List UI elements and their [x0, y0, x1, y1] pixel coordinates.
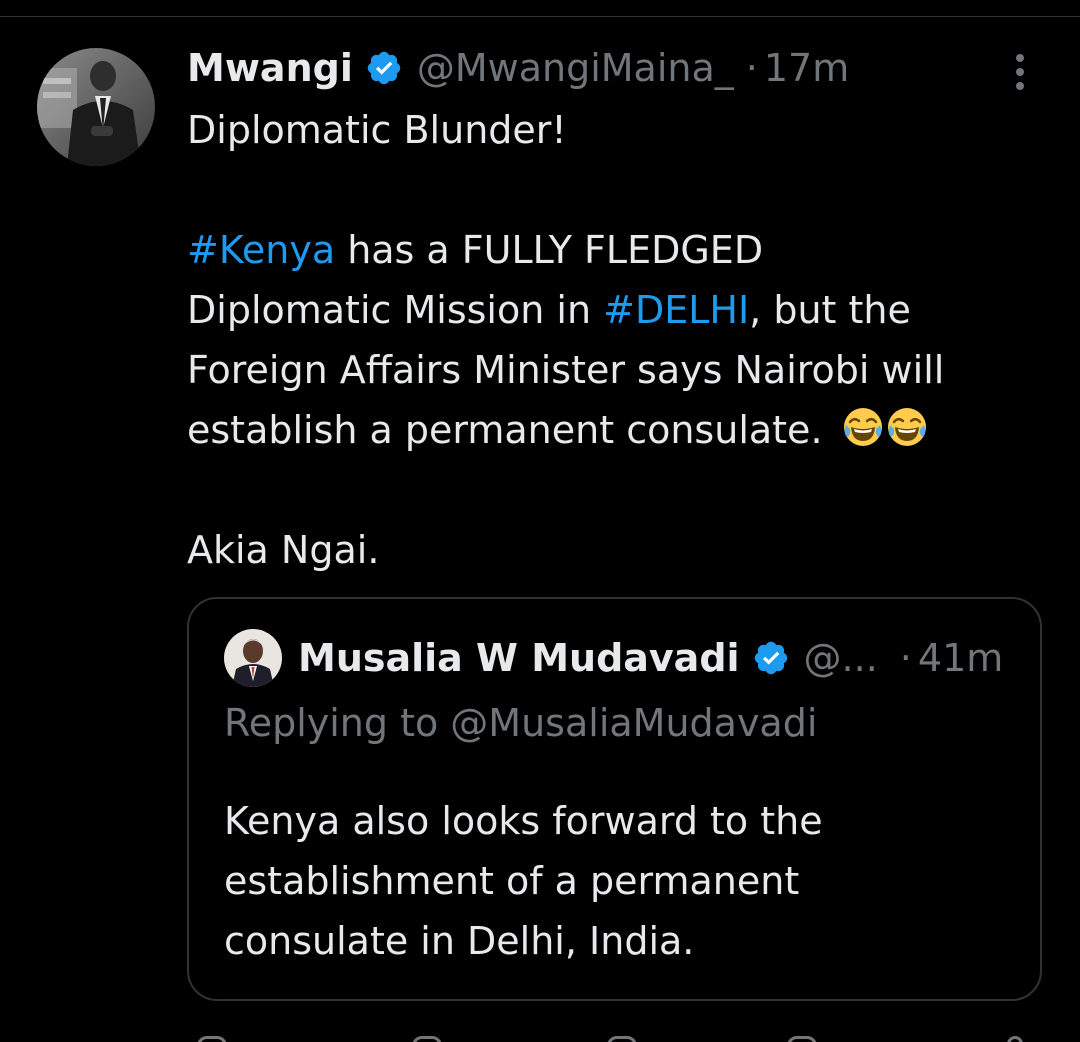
quoted-tweet-card[interactable]: Musalia W Mudavadi @... · 41m Replying t…	[187, 597, 1042, 1001]
quoted-author-name: Musalia W Mudavadi	[298, 636, 740, 680]
retweet-icon[interactable]	[412, 1036, 442, 1042]
verified-badge-icon	[365, 49, 403, 87]
laughing-emoji-icon	[841, 405, 885, 449]
tweet-line-text: , but the	[749, 288, 911, 332]
verified-badge-icon	[752, 639, 790, 677]
tweet-timestamp[interactable]: 17m	[764, 46, 849, 90]
action-bar	[187, 1032, 1047, 1042]
separator-dot: ·	[899, 636, 912, 680]
reply-icon[interactable]	[197, 1036, 227, 1042]
tweet-line-text: Diplomatic Mission in	[187, 288, 604, 332]
views-icon[interactable]	[787, 1036, 817, 1042]
tweet-line-text: establish a permanent consulate.	[187, 408, 835, 452]
author-handle[interactable]: @MwangiMaina_	[417, 46, 734, 90]
hashtag-link[interactable]: #DELHI	[603, 288, 749, 332]
tweet-line: Diplomatic Mission in #DELHI, but the	[187, 280, 1047, 340]
tweet-line: establish a permanent consulate.	[187, 400, 1047, 460]
more-options-icon[interactable]	[1004, 50, 1036, 94]
quoted-tweet-text: Kenya also looks forward to the establis…	[224, 791, 1004, 971]
more-dot	[1016, 68, 1024, 76]
tweet-line-text: has a FULLY FLEDGED	[335, 228, 764, 272]
more-dot	[1016, 82, 1024, 90]
author-name[interactable]: Mwangi	[187, 46, 353, 90]
tweet-text: Diplomatic Blunder! #Kenya has a FULLY F…	[187, 100, 1047, 580]
tweet-line: Foreign Affairs Minister says Nairobi wi…	[187, 348, 945, 392]
replying-to-label: Replying to @MusaliaMudavadi	[224, 701, 818, 745]
quoted-author-handle: @...	[803, 636, 878, 680]
quoted-line: Kenya also looks forward to the	[224, 799, 823, 843]
tweet-header: Mwangi @MwangiMaina_ · 17m	[187, 44, 849, 92]
hashtag-link[interactable]: #Kenya	[187, 228, 335, 272]
laughing-emoji-icon	[885, 405, 929, 449]
quoted-tweet-timestamp: 41m	[917, 636, 1004, 680]
top-divider	[0, 16, 1080, 17]
quoted-tweet-header: Musalia W Mudavadi @... · 41m	[224, 627, 1003, 689]
tweet-line: Diplomatic Blunder!	[187, 108, 567, 152]
author-avatar[interactable]	[37, 48, 155, 166]
share-icon[interactable]	[1007, 1036, 1023, 1042]
tweet-line: Akia Ngai.	[187, 528, 380, 572]
separator-dot: ·	[745, 46, 758, 90]
quoted-author-avatar	[224, 629, 282, 687]
more-dot	[1016, 54, 1024, 62]
quoted-line: consulate in Delhi, India.	[224, 919, 695, 963]
tweet-line: #Kenya has a FULLY FLEDGED	[187, 220, 1047, 280]
like-icon[interactable]	[607, 1036, 637, 1042]
quoted-line: establishment of a permanent	[224, 859, 800, 903]
